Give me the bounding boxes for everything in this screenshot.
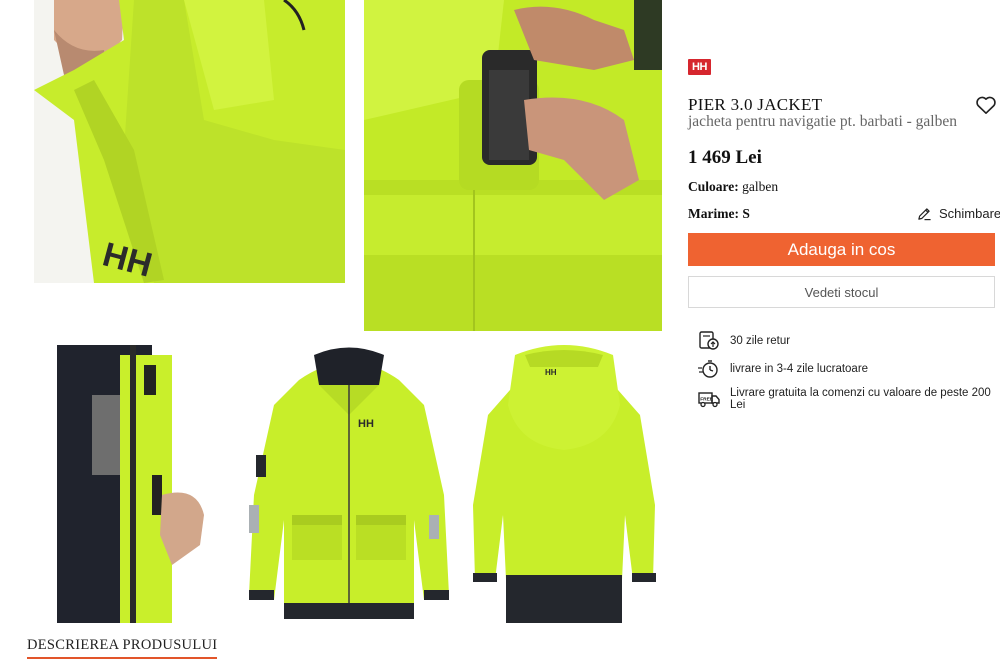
tab-product-description[interactable]: DESCRIEREA PRODUSULUI bbox=[27, 637, 218, 659]
feature-free-shipping: FREE Livrare gratuita la comenzi cu valo… bbox=[698, 387, 1000, 411]
check-stock-button[interactable]: Vedeti stocul bbox=[688, 276, 995, 308]
return-box-icon bbox=[698, 331, 720, 351]
color-label: Culoare: bbox=[688, 179, 739, 194]
brand-logo[interactable]: HH bbox=[688, 59, 711, 75]
free-shipping-truck-icon: FREE bbox=[698, 389, 720, 409]
add-to-cart-button[interactable]: Adauga in cos bbox=[688, 233, 995, 266]
jacket-front-image[interactable]: HH bbox=[244, 345, 454, 623]
feature-returns-text: 30 zile retur bbox=[730, 335, 791, 347]
pencil-icon bbox=[918, 208, 931, 221]
change-size-button[interactable]: Schimbare bbox=[917, 206, 1000, 221]
jacket-interior-image[interactable] bbox=[32, 345, 222, 623]
change-label: Schimbare bbox=[939, 206, 1000, 221]
product-price: 1 469 Lei bbox=[688, 147, 762, 168]
favorite-heart-icon[interactable] bbox=[975, 95, 997, 115]
product-subtitle: jacheta pentru navigatie pt. barbati - g… bbox=[688, 113, 957, 130]
jacket-cuff-closeup-image[interactable] bbox=[364, 0, 662, 331]
jacket-hood-closeup-image[interactable]: HH bbox=[34, 0, 345, 283]
feature-delivery: livrare in 3-4 zile lucratoare bbox=[698, 359, 868, 379]
size-value: S bbox=[742, 206, 750, 221]
product-title: PIER 3.0 JACKET bbox=[688, 95, 823, 114]
feature-returns: 30 zile retur bbox=[698, 331, 790, 351]
color-attribute: Culoare: galben bbox=[688, 179, 778, 195]
svg-text:HH: HH bbox=[545, 368, 557, 377]
feature-free-shipping-text: Livrare gratuita la comenzi cu valoare d… bbox=[730, 387, 991, 411]
svg-text:HH: HH bbox=[358, 418, 374, 430]
size-label: Marime: bbox=[688, 206, 739, 221]
svg-text:FREE: FREE bbox=[700, 397, 714, 403]
fast-delivery-icon bbox=[698, 359, 720, 379]
size-attribute: Marime: S bbox=[688, 206, 750, 222]
feature-delivery-text: livrare in 3-4 zile lucratoare bbox=[730, 363, 869, 375]
jacket-back-image[interactable]: HH bbox=[470, 345, 658, 623]
color-value: galben bbox=[742, 179, 779, 194]
